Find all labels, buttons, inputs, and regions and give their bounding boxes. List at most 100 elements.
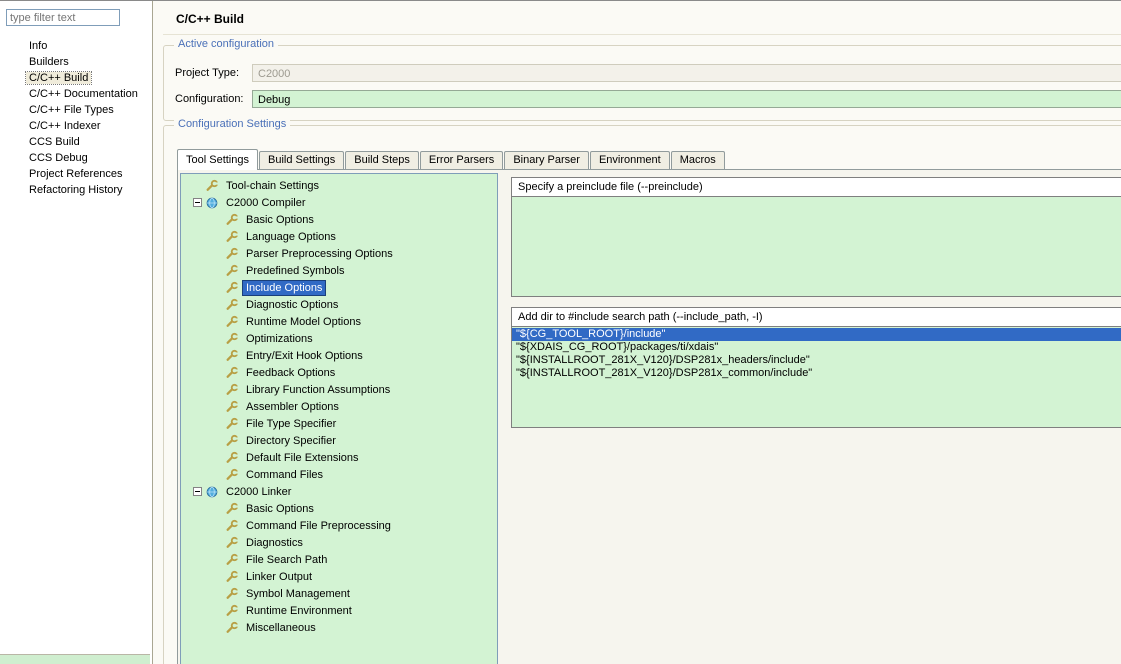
- compiler-group-icon: [205, 196, 219, 210]
- tree-item[interactable]: Feedback Options: [181, 364, 497, 381]
- tree-item[interactable]: Predefined Symbols: [181, 262, 497, 279]
- sidebar-item-cpp-indexer[interactable]: C/C++ Indexer: [0, 118, 151, 134]
- include-path-row[interactable]: "${XDAIS_CG_ROOT}/packages/ti/xdais": [512, 341, 1121, 354]
- sidebar-item-cpp-build[interactable]: C/C++ Build: [0, 70, 151, 86]
- tree-item-label: Tool-chain Settings: [226, 179, 319, 192]
- sidebar-item-ccs-debug[interactable]: CCS Debug: [0, 150, 151, 166]
- tree-item-label: Feedback Options: [246, 366, 336, 379]
- tree-item[interactable]: Basic Options: [181, 500, 497, 517]
- tree-item[interactable]: Diagnostics: [181, 534, 497, 551]
- tree-item-label: File Search Path: [246, 553, 328, 566]
- tree-item[interactable]: Default File Extensions: [181, 449, 497, 466]
- settings-icon: [205, 179, 219, 193]
- tree-item[interactable]: Language Options: [181, 228, 497, 245]
- linker-group-icon: [205, 485, 219, 499]
- sidebar-item-label: C/C++ Build: [24, 71, 93, 85]
- tab-build-settings[interactable]: Build Settings: [258, 151, 345, 169]
- tab-build-steps[interactable]: Build Steps: [345, 151, 419, 169]
- configuration-combo[interactable]: Debug: [252, 90, 1121, 108]
- properties-tree: Info Builders C/C++ Build C/C++ Document…: [0, 38, 151, 198]
- tree-item[interactable]: Assembler Options: [181, 398, 497, 415]
- filter-input[interactable]: [6, 9, 120, 26]
- option-icon: [225, 434, 239, 448]
- expand-spacer: [213, 503, 224, 514]
- tree-item[interactable]: Command Files: [181, 466, 497, 483]
- tree-item[interactable]: Directory Specifier: [181, 432, 497, 449]
- sidebar-item-project-references[interactable]: Project References: [0, 166, 151, 182]
- include-path-row[interactable]: "${CG_TOOL_ROOT}/include": [512, 328, 1121, 341]
- tab-environment[interactable]: Environment: [589, 151, 670, 169]
- tree-item[interactable]: C2000 Linker: [181, 483, 497, 500]
- tree-item[interactable]: C2000 Compiler: [181, 194, 497, 211]
- option-icon: [225, 383, 239, 397]
- tab-tool-settings[interactable]: Tool Settings: [177, 149, 258, 170]
- tree-item[interactable]: Command File Preprocessing: [181, 517, 497, 534]
- properties-window: Info Builders C/C++ Build C/C++ Document…: [0, 0, 1121, 664]
- sidebar-item-cpp-file-types[interactable]: C/C++ File Types: [0, 102, 151, 118]
- expand-spacer: [193, 180, 204, 191]
- expand-spacer: [213, 367, 224, 378]
- include-path-row[interactable]: "${INSTALLROOT_281X_V120}/DSP281x_header…: [512, 354, 1121, 367]
- option-icon: [225, 536, 239, 550]
- expand-spacer: [213, 214, 224, 225]
- expand-spacer: [213, 452, 224, 463]
- collapse-icon[interactable]: [193, 198, 202, 207]
- page-title: C/C++ Build: [176, 12, 245, 26]
- include-path-panel: Add dir to #include search path (--inclu…: [511, 307, 1121, 428]
- tree-item-include-options[interactable]: Include Options: [181, 279, 497, 296]
- tree-item-label: Diagnostic Options: [246, 298, 339, 311]
- tree-item-label: Library Function Assumptions: [246, 383, 391, 396]
- tree-item[interactable]: File Search Path: [181, 551, 497, 568]
- option-icon: [225, 570, 239, 584]
- tree-item[interactable]: Optimizations: [181, 330, 497, 347]
- option-icon: [225, 264, 239, 278]
- option-icon: [225, 604, 239, 618]
- expand-spacer: [213, 435, 224, 446]
- tree-item-label: Optimizations: [246, 332, 313, 345]
- tree-item-label: C2000 Compiler: [226, 196, 306, 209]
- tree-item[interactable]: Symbol Management: [181, 585, 497, 602]
- sidebar-item-cpp-documentation[interactable]: C/C++ Documentation: [0, 86, 151, 102]
- sidebar-item-builders[interactable]: Builders: [0, 54, 151, 70]
- include-path-row[interactable]: "${INSTALLROOT_281X_V120}/DSP281x_common…: [512, 367, 1121, 380]
- preinclude-list[interactable]: [512, 197, 1121, 296]
- configuration-label: Configuration:: [175, 93, 244, 105]
- tree-item-label: Assembler Options: [246, 400, 339, 413]
- include-path-list: "${CG_TOOL_ROOT}/include" "${XDAIS_CG_RO…: [512, 327, 1121, 427]
- collapse-icon[interactable]: [193, 487, 202, 496]
- tree-item[interactable]: Diagnostic Options: [181, 296, 497, 313]
- sidebar-item-label: Project References: [29, 168, 123, 180]
- sidebar-item-ccs-build[interactable]: CCS Build: [0, 134, 151, 150]
- sidebar-item-label: Info: [29, 40, 48, 52]
- tree-item-label: Command File Preprocessing: [246, 519, 391, 532]
- sidebar-item-refactoring-history[interactable]: Refactoring History: [0, 182, 151, 198]
- tree-item[interactable]: Miscellaneous: [181, 619, 497, 636]
- tab-macros[interactable]: Macros: [670, 151, 725, 169]
- expand-spacer: [213, 588, 224, 599]
- expand-spacer: [213, 537, 224, 548]
- tree-item[interactable]: Library Function Assumptions: [181, 381, 497, 398]
- tree-item[interactable]: Linker Output: [181, 568, 497, 585]
- sidebar-item-label: CCS Build: [29, 136, 80, 148]
- expand-spacer: [213, 622, 224, 633]
- tree-item[interactable]: Runtime Model Options: [181, 313, 497, 330]
- tree-item-label: C2000 Linker: [226, 485, 292, 498]
- tree-item[interactable]: Entry/Exit Hook Options: [181, 347, 497, 364]
- sidebar-item-info[interactable]: Info: [0, 38, 151, 54]
- tree-item[interactable]: Runtime Environment: [181, 602, 497, 619]
- tab-error-parsers[interactable]: Error Parsers: [419, 151, 504, 169]
- tree-item[interactable]: Parser Preprocessing Options: [181, 245, 497, 262]
- option-icon: [225, 519, 239, 533]
- properties-sidebar: Info Builders C/C++ Build C/C++ Document…: [0, 1, 153, 664]
- expand-spacer: [213, 350, 224, 361]
- tab-binary-parser[interactable]: Binary Parser: [504, 151, 589, 169]
- expand-spacer: [213, 265, 224, 276]
- option-icon: [225, 332, 239, 346]
- expand-spacer: [213, 571, 224, 582]
- include-path-label: Add dir to #include search path (--inclu…: [512, 308, 1121, 327]
- tree-item[interactable]: File Type Specifier: [181, 415, 497, 432]
- option-icon: [225, 349, 239, 363]
- option-icon: [225, 400, 239, 414]
- tree-item[interactable]: Basic Options: [181, 211, 497, 228]
- tree-item[interactable]: Tool-chain Settings: [181, 177, 497, 194]
